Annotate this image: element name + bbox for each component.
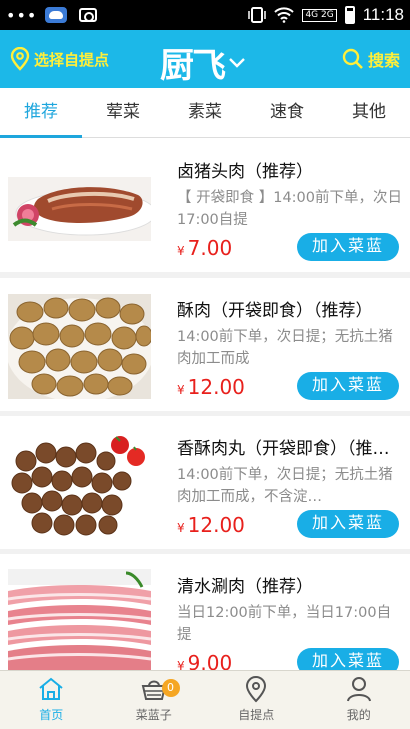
nav-home[interactable]: 首页 [0,671,103,729]
product-name: 卤猪头肉（推荐） [177,162,313,182]
price-value: 12.00 [187,375,245,399]
bottom-nav: 首页 0 菜蓝子 自提点 我的 [0,670,410,729]
status-bar: ••• 4G 2G 11:18 [0,0,410,30]
tab-vegetable[interactable]: 素菜 [164,88,246,137]
tab-fast-food[interactable]: 速食 [246,88,328,137]
tab-meat[interactable]: 荤菜 [82,88,164,137]
category-tabs: 推荐 荤菜 素菜 速食 其他 [0,88,410,138]
overflow-dots: ••• [6,5,38,25]
add-to-basket-button[interactable]: 加入菜蓝 [297,648,399,670]
tab-recommended[interactable]: 推荐 [0,88,82,138]
currency-symbol: ¥ [177,521,185,535]
price-value: 7.00 [187,236,233,260]
product-description: 14:00前下单，次日提；无抗土猪肉加工而成 [177,329,393,367]
product-item[interactable]: 酥肉（开袋即食）（推荐） 14:00前下单，次日提；无抗土猪肉加工而成 ¥12.… [0,278,410,411]
logo-text: 厨飞 [160,46,226,86]
nav-profile-label: 我的 [346,708,371,722]
nav-pickup-point[interactable]: 自提点 [205,671,308,729]
location-pin-icon [10,47,30,71]
nav-basket-label: 菜蓝子 [135,708,172,722]
location-pin-icon [246,676,267,703]
currency-symbol: ¥ [177,244,185,258]
add-to-basket-button[interactable]: 加入菜蓝 [297,233,399,261]
cloud-icon [45,7,68,23]
product-price: ¥7.00 [177,236,232,260]
product-item[interactable]: 清水涮肉（推荐） 当日12:00前下单，当日17:00自提 ¥9.00 加入菜蓝 [0,554,410,670]
search-button[interactable]: 搜索 [342,47,400,71]
nav-basket[interactable]: 0 菜蓝子 [103,671,206,729]
user-icon [346,677,371,702]
currency-symbol: ¥ [177,659,185,670]
product-price: ¥12.00 [177,375,245,399]
app-logo[interactable]: 厨飞 [160,38,246,87]
product-item[interactable]: 香酥肉丸（开袋即食）（推… 14:00前下单，次日提；无抗土猪肉加工而成，不含淀… [0,416,410,549]
vibrate-icon [248,7,267,23]
nav-home-label: 首页 [39,708,64,722]
battery-icon [344,6,355,24]
product-name: 清水涮肉（推荐） [177,577,313,597]
select-pickup-point-button[interactable]: 选择自提点 [10,47,109,71]
nav-profile[interactable]: 我的 [308,671,410,729]
clock: 11:18 [362,5,404,24]
product-name: 香酥肉丸（开袋即食）（推… [177,439,390,459]
meatballs-image[interactable] [8,431,151,536]
product-item[interactable]: 卤猪头肉（推荐） 【 开袋即食 】14:00前下单，次日17:00自提 ¥7.0… [0,139,410,272]
nav-pickup-point-label: 自提点 [238,708,275,722]
product-name: 酥肉（开袋即食）（推荐） [177,301,373,321]
sliced-pork-image[interactable] [8,569,151,670]
product-description: 14:00前下单，次日提；无抗土猪肉加工而成，不含淀… [177,467,393,505]
product-list[interactable]: 卤猪头肉（推荐） 【 开袋即食 】14:00前下单，次日17:00自提 ¥7.0… [0,139,410,670]
product-price: ¥12.00 [177,513,245,537]
product-description: 当日12:00前下单，当日17:00自提 [177,605,392,643]
tab-other[interactable]: 其他 [328,88,410,137]
app-header: 选择自提点 厨飞 搜索 [0,30,410,88]
crispy-pork-image[interactable] [8,294,151,399]
add-to-basket-button[interactable]: 加入菜蓝 [297,372,399,400]
currency-symbol: ¥ [177,383,185,397]
add-to-basket-button[interactable]: 加入菜蓝 [297,510,399,538]
price-value: 12.00 [187,513,245,537]
basket-count-badge: 0 [161,679,180,697]
network-indicator: 4G 2G [302,8,337,22]
select-pickup-point-label: 选择自提点 [34,50,110,69]
camera-icon [79,8,98,22]
product-price: ¥9.00 [177,651,232,670]
product-description: 【 开袋即食 】14:00前下单，次日17:00自提 [177,190,403,228]
search-icon [342,48,363,69]
home-icon [39,677,63,700]
search-label: 搜索 [367,51,400,70]
chevron-down-icon [229,57,245,68]
wifi-icon [274,7,295,23]
braised-pork-head-image[interactable] [8,177,151,241]
price-value: 9.00 [187,651,233,670]
